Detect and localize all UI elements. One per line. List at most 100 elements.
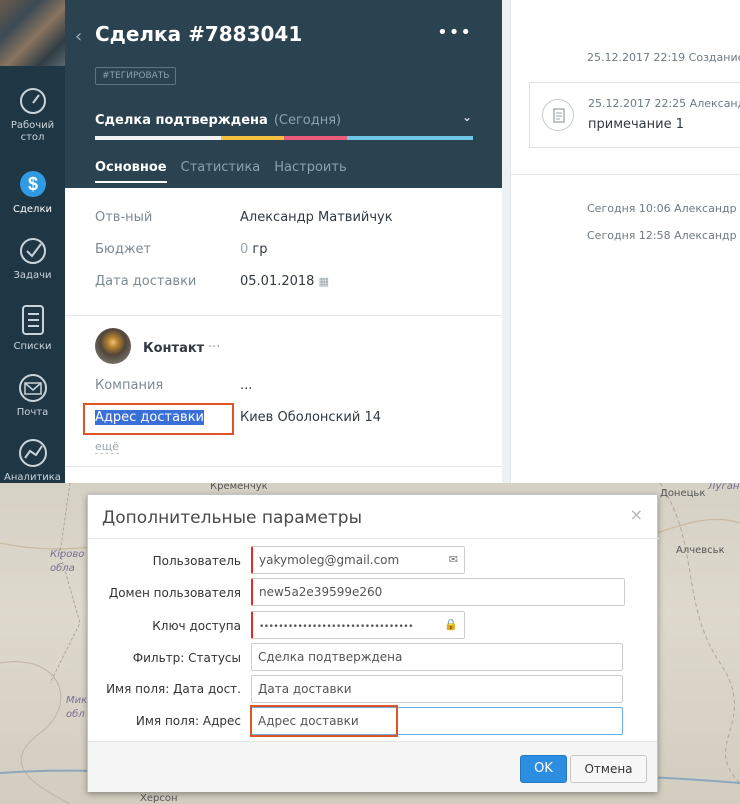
field-value[interactable]: Александр Матвийчук xyxy=(240,210,393,225)
nav-label-lists: Списки xyxy=(13,341,52,352)
mail-icon: ✉ xyxy=(448,553,458,566)
additional-params-dialog: Дополнительные параметры × Пользователь … xyxy=(87,494,659,792)
field-delivery-date: Дата доставки 05.01.2018 ▦ xyxy=(95,274,329,289)
cancel-button[interactable]: Отмена xyxy=(570,755,647,783)
divider xyxy=(511,174,740,175)
map-label: Кірово xyxy=(50,549,85,560)
svg-text:$: $ xyxy=(27,174,37,194)
tag-button[interactable]: #ТЕГИРОВАТЬ xyxy=(95,67,177,85)
nav-label-dashboard-1: Рабочий xyxy=(10,120,55,131)
user-value: yakymoleg@gmail.com xyxy=(259,553,400,567)
pipeline-segment xyxy=(410,136,473,140)
map-label: Луганськ xyxy=(708,483,740,492)
user-input[interactable]: yakymoleg@gmail.com ✉ xyxy=(251,546,465,574)
feed-column: 25.12.2017 22:19 Создание 25.12.2017 22:… xyxy=(510,0,740,483)
nav-label-mail: Почта xyxy=(16,407,49,418)
more-link[interactable]: ещё xyxy=(95,440,119,454)
calendar-icon: ▦ xyxy=(318,275,329,288)
tab-main[interactable]: Основное xyxy=(95,160,167,183)
nav-item-analytics[interactable]: Аналитика xyxy=(0,438,65,483)
domain-label: Домен пользователя xyxy=(108,586,241,600)
nav-label-tasks: Задачи xyxy=(13,270,52,281)
nav-label-deals: Сделки xyxy=(13,204,52,215)
pipeline-bar xyxy=(95,136,473,140)
nav-item-deals[interactable]: $ Сделки xyxy=(0,166,65,216)
deal-header: ‹ Сделка #7883041 ••• #ТЕГИРОВАТЬ Сделка… xyxy=(65,0,502,188)
tab-configure[interactable]: Настроить xyxy=(274,160,346,183)
chevron-down-icon[interactable]: ⌄ xyxy=(462,110,472,124)
pipeline-segment xyxy=(158,136,221,140)
access-key-input[interactable]: •••••••••••••••••••••••••••••••• 🔒 xyxy=(251,611,465,639)
dollar-icon: $ xyxy=(19,171,46,197)
speedometer-icon xyxy=(19,88,46,114)
deal-title: Сделка #7883041 xyxy=(95,22,303,46)
field-label: Отв-ный xyxy=(95,210,153,225)
map-label: Херсон xyxy=(140,793,178,804)
lock-icon: 🔒 xyxy=(444,618,458,631)
dialog-footer: OK Отмена xyxy=(88,741,657,792)
note-date: 25.12.2017 22:25 Александ xyxy=(588,97,740,110)
address-label: Адрес доставки xyxy=(95,410,205,425)
left-navigation: Рабочий стол $ Сделки Задачи Списки Почт… xyxy=(0,0,65,483)
field-budget: Бюджет 0 гр xyxy=(95,242,268,257)
deal-status-label: Сделка подтверждена xyxy=(95,113,268,128)
domain-value: new5a2e39599e260 xyxy=(259,585,383,599)
deal-status[interactable]: Сделка подтверждена (Сегодня) xyxy=(95,113,341,128)
note-text: примечание 1 xyxy=(588,117,685,132)
deal-panel: ‹ Сделка #7883041 ••• #ТЕГИРОВАТЬ Сделка… xyxy=(65,0,502,483)
nav-label-analytics: Аналитика xyxy=(4,472,61,483)
feed-entry-created: 25.12.2017 22:19 Создание xyxy=(587,51,740,64)
user-avatar[interactable] xyxy=(0,0,65,66)
divider xyxy=(88,538,659,539)
ok-button[interactable]: OK xyxy=(520,755,567,783)
check-circle-icon xyxy=(19,238,46,264)
status-filter-input[interactable]: Сделка подтверждена xyxy=(251,643,623,671)
dialog-title: Дополнительные параметры xyxy=(102,508,363,528)
map-label: Кременчук xyxy=(210,483,268,492)
contact-avatar[interactable] xyxy=(95,328,131,364)
nav-item-tasks[interactable]: Задачи xyxy=(0,236,65,282)
divider xyxy=(65,315,502,316)
mail-icon xyxy=(18,374,47,402)
field-responsible: Отв-ный Александр Матвийчук xyxy=(95,210,393,225)
divider xyxy=(65,466,502,467)
address-field-label: Имя поля: Адрес xyxy=(135,714,241,728)
status-filter-value: Сделка подтверждена xyxy=(258,650,403,664)
map-label: обла xyxy=(50,563,75,574)
access-key-label: Ключ доступа xyxy=(152,619,241,633)
field-label: Бюджет xyxy=(95,242,152,257)
field-label: Дата доставки xyxy=(95,274,197,289)
more-menu-icon[interactable]: ••• xyxy=(437,22,472,43)
budget-currency: гр xyxy=(252,242,268,257)
delivery-date-value: 05.01.2018 xyxy=(240,274,315,289)
field-value-budget[interactable]: 0 гр xyxy=(240,242,268,257)
contact-label: Контакт xyxy=(143,341,205,356)
feed-entry: Сегодня 10:06 Александр М xyxy=(587,202,740,215)
list-icon xyxy=(21,305,44,335)
domain-input[interactable]: new5a2e39599e260 xyxy=(251,578,625,606)
map-label: Алчевськ xyxy=(676,545,725,556)
nav-item-mail[interactable]: Почта xyxy=(0,373,65,419)
tab-statistics[interactable]: Статистика xyxy=(181,160,261,183)
status-filter-label: Фильтр: Статусы xyxy=(132,651,241,665)
nav-item-lists[interactable]: Списки xyxy=(0,303,65,353)
nav-item-dashboard[interactable]: Рабочий стол xyxy=(0,86,65,144)
crm-window: Рабочий стол $ Сделки Задачи Списки Почт… xyxy=(0,0,740,483)
note-card[interactable]: 25.12.2017 22:25 Александ примечание 1 xyxy=(529,82,740,148)
map-label: обл xyxy=(66,709,85,720)
contact-more-icon[interactable]: ··· xyxy=(208,340,220,355)
pipeline-segment xyxy=(95,136,158,140)
date-field-input[interactable]: Дата доставки xyxy=(251,675,623,703)
deal-tabs: Основное Статистика Настроить xyxy=(95,160,347,183)
field-value-date[interactable]: 05.01.2018 ▦ xyxy=(240,274,329,289)
highlight-frame xyxy=(250,705,398,737)
close-icon[interactable]: × xyxy=(630,505,643,524)
access-key-value: •••••••••••••••••••••••••••••••• xyxy=(259,622,413,632)
back-chevron-icon[interactable]: ‹ xyxy=(75,26,82,47)
field-company: Компания ... xyxy=(95,378,252,393)
date-field-label: Имя поля: Дата дост. xyxy=(106,682,241,696)
field-value[interactable]: ... xyxy=(240,378,252,393)
budget-amount: 0 xyxy=(240,242,249,257)
address-value[interactable]: Киев Оболонский 14 xyxy=(240,410,381,425)
user-label: Пользователь xyxy=(152,554,241,568)
